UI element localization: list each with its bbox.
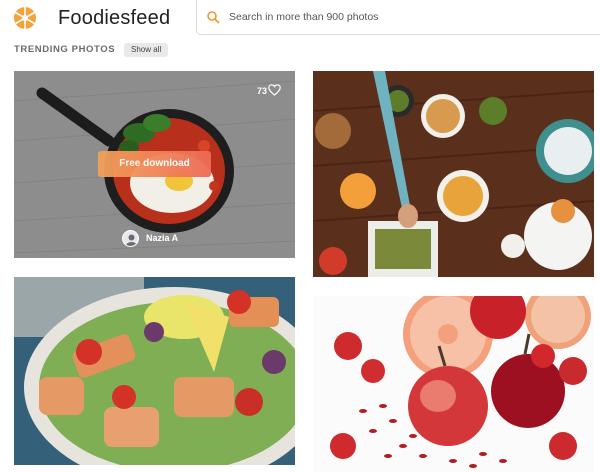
- photo-card-salad[interactable]: [14, 277, 295, 465]
- top-bar: Foodiesfeed: [0, 0, 600, 36]
- photo-card-fruits[interactable]: [313, 296, 594, 472]
- like-count: 73: [256, 86, 267, 96]
- brand-name[interactable]: Foodiesfeed: [58, 5, 170, 31]
- heart-icon[interactable]: [268, 84, 281, 96]
- author-name: Nazia A: [146, 233, 179, 243]
- photo-card-skillet[interactable]: 73 Free download Nazia A: [14, 71, 295, 258]
- salad-photo: [14, 277, 295, 465]
- orange-sun-logo-icon[interactable]: [13, 6, 37, 30]
- avatar: [122, 230, 139, 247]
- section-title: TRENDING PHOTOS: [14, 44, 116, 55]
- show-all-button[interactable]: Show all: [124, 43, 169, 57]
- fruits-photo: [313, 296, 594, 472]
- search-input[interactable]: [229, 8, 569, 26]
- photo-card-table[interactable]: [313, 71, 594, 277]
- search-bar[interactable]: [196, 0, 600, 35]
- table-photo: [313, 71, 594, 277]
- search-icon: [207, 11, 220, 24]
- free-download-button[interactable]: Free download: [98, 151, 211, 177]
